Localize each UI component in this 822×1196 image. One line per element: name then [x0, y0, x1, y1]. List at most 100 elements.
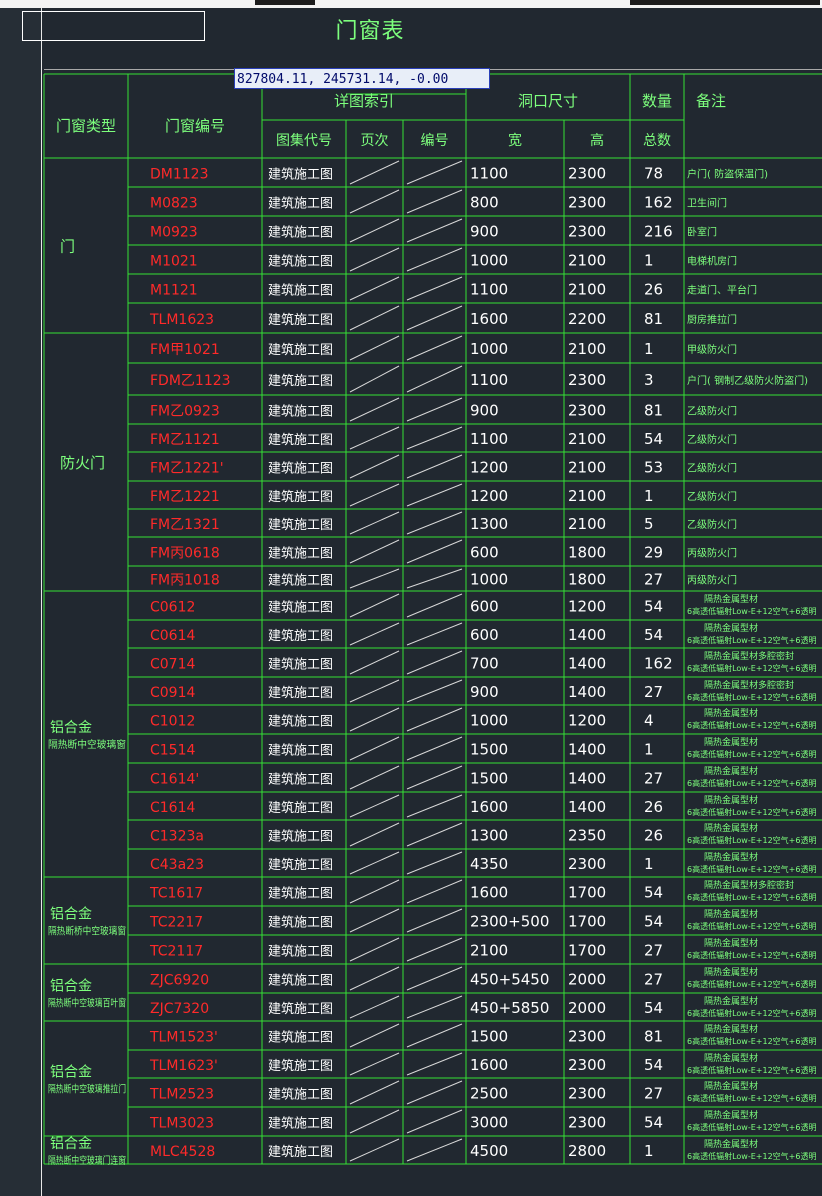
door-window-code: M0923 [150, 225, 198, 241]
remark-line-2: 6高透低辐射Low-E+12空气+6透明 [687, 1036, 816, 1046]
opening-height-cell: 1400 [568, 741, 606, 759]
page-diagonal [349, 568, 400, 589]
remark-cell: 丙级防火门 [687, 547, 737, 560]
opening-height-cell: 2000 [568, 971, 606, 989]
remark-line-2: 6高透低辐射Low-E+12空气+6透明 [687, 1122, 816, 1132]
door-window-code: M1121 [150, 283, 198, 299]
opening-height-cell: 1800 [568, 544, 606, 562]
remark-line-2: 6高透低辐射Low-E+12空气+6透明 [687, 892, 816, 902]
number-diagonal [406, 851, 463, 875]
atlas-code-cell: 建筑施工图 [268, 489, 333, 505]
opening-height-cell: 2300 [568, 1085, 606, 1103]
remark-line-1: 隔热金属型材多腔密封 [704, 679, 794, 691]
opening-height-cell: 2200 [568, 310, 606, 328]
number-diagonal [406, 1138, 463, 1162]
atlas-code-cell: 建筑施工图 [268, 254, 333, 270]
door-window-code: TC2217 [149, 915, 203, 931]
opening-height-cell: 1400 [568, 683, 606, 701]
atlas-code-cell: 建筑施工图 [268, 1087, 333, 1103]
remark-line-2: 6高透低辐射Low-E+12空气+6透明 [687, 807, 816, 817]
remark-line-1: 隔热金属型材 [704, 1023, 758, 1035]
number-diagonal [406, 736, 463, 761]
remark-cell: 卧室门 [687, 226, 717, 239]
remark-line-1: 隔热金属型材 [704, 851, 758, 863]
total-quantity-cell: 81 [644, 310, 663, 328]
door-window-code: C1614' [150, 772, 199, 788]
page-diagonal [349, 765, 400, 790]
total-quantity-cell: 216 [644, 223, 673, 241]
page-diagonal [349, 650, 400, 675]
opening-height-cell: 1700 [568, 884, 606, 902]
atlas-code-cell: 建筑施工图 [268, 600, 333, 616]
door-window-code: C1514 [150, 743, 195, 759]
number-diagonal [406, 650, 463, 675]
door-window-code: TLM2523 [149, 1087, 214, 1103]
number-diagonal [406, 765, 463, 790]
total-quantity-cell: 162 [644, 655, 673, 673]
opening-width-cell: 1600 [470, 310, 508, 328]
atlas-code-cell: 建筑施工图 [268, 1144, 333, 1160]
page-diagonal [349, 539, 400, 564]
opening-height-cell: 2100 [568, 487, 606, 505]
page-diagonal [349, 679, 400, 703]
number-diagonal [406, 822, 463, 847]
remark-line-2: 6高透低辐射Low-E+12空气+6透明 [687, 921, 816, 931]
number-diagonal [406, 483, 463, 507]
number-diagonal [406, 397, 463, 422]
door-type-sublabel: 隔热断中空玻璃百叶窗 [48, 997, 126, 1010]
total-quantity-cell: 3 [644, 371, 654, 389]
remark-cell: 卫生间门 [687, 197, 727, 210]
total-quantity-cell: 27 [644, 942, 663, 960]
remark-cell: 乙级防火门 [687, 433, 737, 446]
number-diagonal [406, 1109, 463, 1134]
page-diagonal [349, 454, 400, 479]
opening-height-cell: 1400 [568, 626, 606, 644]
header-width: 宽 [508, 132, 522, 149]
door-window-code: FM丙0618 [150, 546, 220, 562]
header-number: 编号 [421, 133, 449, 149]
page-diagonal [349, 397, 400, 422]
remark-cell: 厨房推拉门 [687, 313, 737, 326]
number-diagonal [406, 511, 463, 535]
total-quantity-cell: 27 [644, 571, 663, 589]
header-total: 总数 [643, 133, 671, 149]
remark-line-1: 隔热金属型材 [704, 908, 758, 920]
opening-width-cell: 2300+500 [470, 913, 549, 931]
opening-height-cell: 1800 [568, 571, 606, 589]
opening-height-cell: 2800 [568, 1142, 606, 1160]
opening-height-cell: 1400 [568, 770, 606, 788]
atlas-code-cell: 建筑施工图 [268, 772, 333, 788]
number-diagonal [406, 189, 463, 214]
door-type-label: 铝合金 [50, 1065, 92, 1081]
opening-width-cell: 1100 [470, 430, 508, 448]
remark-line-1: 隔热金属型材 [704, 966, 758, 978]
remark-line-2: 6高透低辐射Low-E+12空气+6透明 [687, 835, 816, 845]
atlas-code-cell: 建筑施工图 [268, 973, 333, 989]
header-remarks: 备注 [696, 92, 726, 110]
page-diagonal [349, 483, 400, 507]
opening-width-cell: 900 [470, 402, 499, 420]
page-diagonal [349, 1023, 400, 1048]
door-type-sublabel: 隔热断中空玻璃窗 [48, 738, 126, 751]
door-window-schedule-table[interactable]: 门窗类型 门窗编号 详图索引 洞口尺寸 数量 备注图集代号 页次 编号 宽 高 总数 DM1123 建筑… [0, 0, 822, 1196]
opening-height-cell: 2350 [568, 827, 606, 845]
total-quantity-cell: 54 [644, 884, 663, 902]
door-type-label: 铝合金 [50, 979, 92, 995]
door-window-code: FM乙0923 [150, 404, 220, 420]
total-quantity-cell: 4 [644, 712, 654, 730]
door-window-code: FDM乙1123 [150, 373, 231, 389]
opening-height-cell: 1400 [568, 798, 606, 816]
total-quantity-cell: 27 [644, 683, 663, 701]
total-quantity-cell: 162 [644, 194, 673, 212]
header-page: 页次 [361, 133, 389, 149]
door-type-label: 铝合金 [50, 907, 92, 923]
atlas-code-cell: 建筑施工图 [268, 404, 333, 420]
header-atlas-code: 图集代号 [276, 132, 332, 149]
opening-height-cell: 2300 [568, 223, 606, 241]
door-window-code: TLM1523' [149, 1030, 218, 1046]
opening-height-cell: 2100 [568, 515, 606, 533]
opening-height-cell: 2300 [568, 371, 606, 389]
page-diagonal [349, 851, 400, 875]
remark-line-2: 6高透低辐射Low-E+12空气+6透明 [687, 663, 816, 673]
page-diagonal [349, 511, 400, 535]
